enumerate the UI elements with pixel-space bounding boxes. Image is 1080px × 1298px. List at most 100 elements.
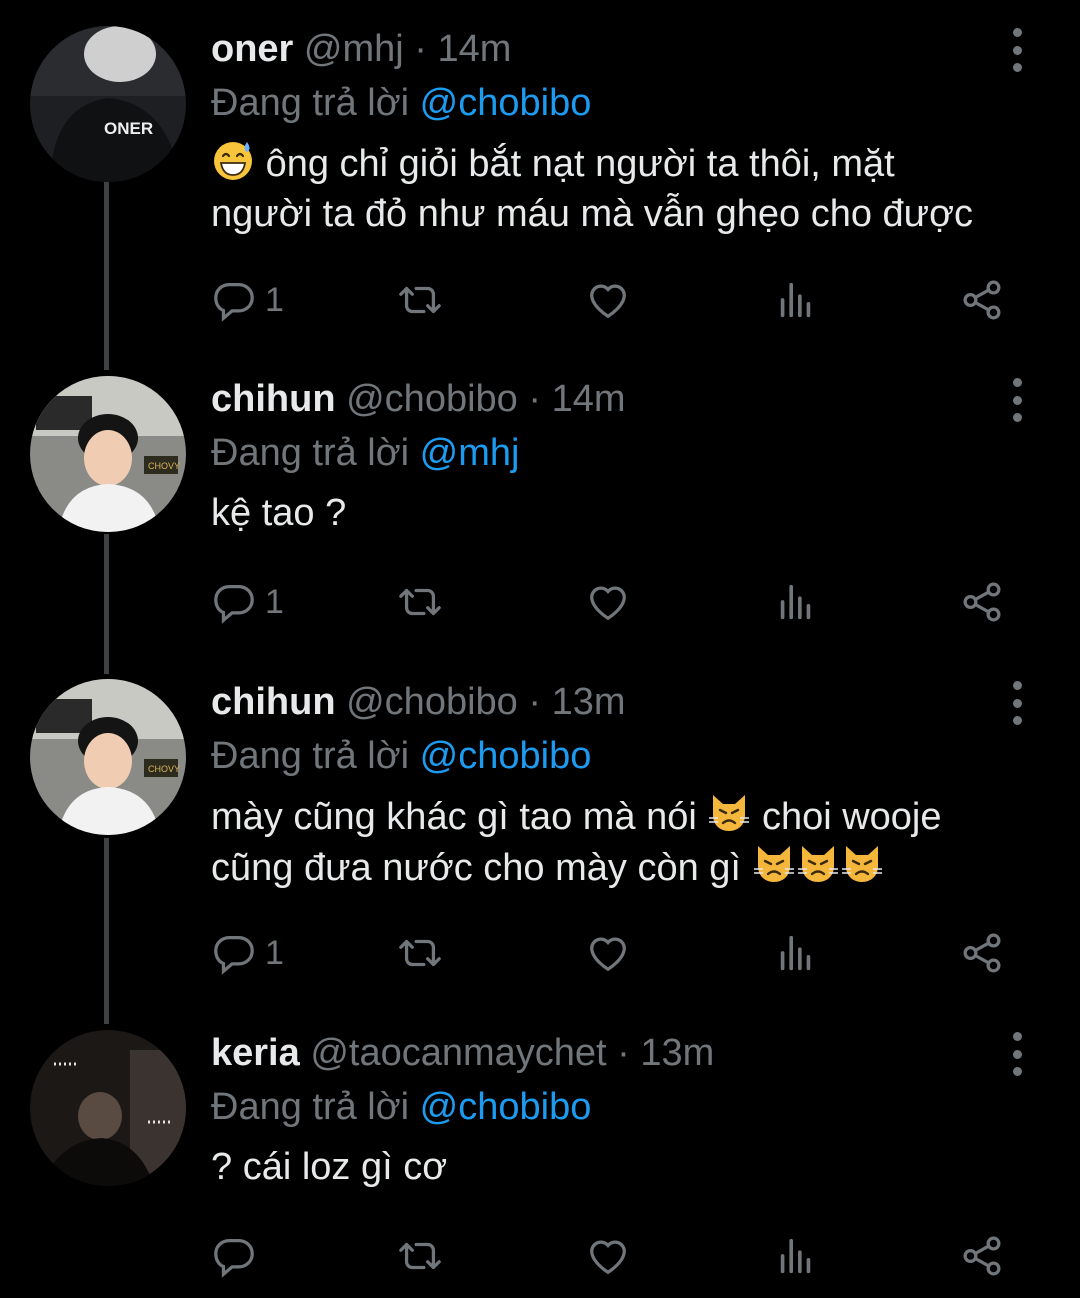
- tweet-header: chihun @chobibo · 13m: [211, 679, 626, 725]
- replying-to-label: Đang trả lời: [211, 735, 410, 777]
- separator-dot: ·: [528, 378, 542, 420]
- share-icon: [959, 930, 1005, 976]
- separator-dot: ·: [617, 1032, 630, 1074]
- reply-icon: [211, 579, 257, 625]
- share-button[interactable]: [959, 925, 1005, 981]
- reply-icon: [211, 930, 257, 976]
- username[interactable]: @chobibo: [346, 681, 518, 723]
- tweet-text-line: người ta đỏ như máu mà vẫn ghẹo cho được: [211, 193, 974, 235]
- avatar-jersey-text: ONER: [104, 119, 153, 138]
- tweet-actions: [211, 1228, 1041, 1284]
- reply-icon: [211, 1233, 257, 1279]
- avatar-overlay-text: CHOVY: [148, 764, 180, 774]
- avatar[interactable]: [30, 1030, 186, 1186]
- views-button[interactable]: [773, 1228, 819, 1284]
- share-button[interactable]: [959, 272, 1005, 328]
- replying-to-label: Đang trả lời: [211, 432, 410, 474]
- share-icon: [959, 277, 1005, 323]
- retweet-button[interactable]: [397, 1228, 443, 1284]
- share-button[interactable]: [959, 1228, 1005, 1284]
- display-name[interactable]: keria: [211, 1032, 300, 1074]
- replying-to: Đang trả lời @chobibo: [211, 80, 591, 126]
- reply-count: 1: [265, 582, 284, 621]
- tweet-header: keria @taocanmaychet · 13m: [211, 1030, 714, 1076]
- tweet[interactable]: CHOVY chihun @chobibo · 14m Đang trả lời…: [0, 376, 1080, 656]
- avatar[interactable]: CHOVY: [30, 679, 186, 835]
- replying-to-label: Đang trả lời: [211, 82, 410, 124]
- tweet-text-line: mày cũng khác gì tao mà nói: [211, 796, 697, 838]
- retweet-icon: [397, 1233, 443, 1279]
- avatar-overlay-text: CHOVY: [148, 461, 180, 471]
- reply-count: 1: [265, 280, 284, 319]
- tweet[interactable]: keria @taocanmaychet · 13m Đang trả lời …: [0, 1030, 1080, 1296]
- like-button[interactable]: [585, 1228, 631, 1284]
- username[interactable]: @chobibo: [346, 378, 518, 420]
- retweet-button[interactable]: [397, 574, 443, 630]
- username[interactable]: @taocanmaychet: [310, 1032, 606, 1074]
- heart-icon: [585, 1233, 631, 1279]
- avatar[interactable]: CHOVY: [30, 376, 186, 532]
- tweet-actions: 1: [211, 925, 1041, 981]
- replying-to: Đang trả lời @chobibo: [211, 1084, 591, 1130]
- reply-count: 1: [265, 933, 284, 972]
- like-button[interactable]: [585, 574, 631, 630]
- avatar[interactable]: ONER: [30, 26, 186, 182]
- tweet-text: ông chỉ giỏi bắt nạt người ta thôi, mặt …: [211, 138, 1051, 239]
- heart-icon: [585, 930, 631, 976]
- retweet-button[interactable]: [397, 925, 443, 981]
- display-name[interactable]: chihun: [211, 681, 336, 723]
- display-name[interactable]: chihun: [211, 378, 336, 420]
- tweet-text: ? cái loz gì cơ: [211, 1142, 1051, 1192]
- views-button[interactable]: [773, 574, 819, 630]
- replying-to: Đang trả lời @chobibo: [211, 733, 591, 779]
- replying-to-handle[interactable]: @chobibo: [420, 1086, 592, 1128]
- like-button[interactable]: [585, 272, 631, 328]
- replying-to-handle[interactable]: @chobibo: [420, 735, 592, 777]
- replying-to-handle[interactable]: @chobibo: [420, 82, 592, 124]
- reply-button[interactable]: 1: [211, 272, 284, 328]
- more-options-icon[interactable]: [1003, 378, 1031, 422]
- grinning-sweat-emoji: [211, 138, 255, 182]
- tweet-text: mày cũng khác gì tao mà nói choi wooje c…: [211, 791, 1051, 893]
- more-options-icon[interactable]: [1003, 1032, 1031, 1076]
- pouting-cat-emoji: [796, 842, 840, 886]
- reply-button[interactable]: [211, 1228, 257, 1284]
- timestamp[interactable]: 13m: [552, 681, 626, 723]
- timestamp[interactable]: 13m: [640, 1032, 714, 1074]
- username[interactable]: @mhj: [304, 28, 404, 70]
- retweet-button[interactable]: [397, 272, 443, 328]
- views-button[interactable]: [773, 925, 819, 981]
- separator-dot: ·: [528, 681, 542, 723]
- pouting-cat-emoji: [752, 842, 796, 886]
- share-icon: [959, 1233, 1005, 1279]
- tweet[interactable]: ONER oner @mhj · 14m Đang trả lời @chobi…: [0, 26, 1080, 346]
- timestamp[interactable]: 14m: [438, 28, 512, 70]
- timestamp[interactable]: 14m: [552, 378, 626, 420]
- share-icon: [959, 579, 1005, 625]
- display-name[interactable]: oner: [211, 28, 293, 70]
- views-button[interactable]: [773, 272, 819, 328]
- tweet-header: chihun @chobibo · 14m: [211, 376, 626, 422]
- retweet-icon: [397, 277, 443, 323]
- heart-icon: [585, 277, 631, 323]
- tweet-text: kệ tao ?: [211, 488, 1051, 538]
- views-icon: [773, 579, 819, 625]
- pouting-cat-emoji: [707, 791, 751, 835]
- replying-to-label: Đang trả lời: [211, 1086, 410, 1128]
- tweet-header: oner @mhj · 14m: [211, 26, 511, 72]
- pouting-cat-emoji: [840, 842, 884, 886]
- like-button[interactable]: [585, 925, 631, 981]
- replying-to-handle[interactable]: @mhj: [420, 432, 520, 474]
- more-options-icon[interactable]: [1003, 681, 1031, 725]
- replying-to: Đang trả lời @mhj: [211, 430, 519, 476]
- tweet[interactable]: CHOVY chihun @chobibo · 13m Đang trả lời…: [0, 679, 1080, 999]
- retweet-icon: [397, 579, 443, 625]
- more-options-icon[interactable]: [1003, 28, 1031, 72]
- reply-button[interactable]: 1: [211, 574, 284, 630]
- views-icon: [773, 1233, 819, 1279]
- share-button[interactable]: [959, 574, 1005, 630]
- tweet-text-line: kệ tao ?: [211, 492, 347, 534]
- reply-button[interactable]: 1: [211, 925, 284, 981]
- tweet-text-line: ? cái loz gì cơ: [211, 1146, 448, 1188]
- tweet-text-line: cũng đưa nước cho mày còn gì: [211, 847, 741, 889]
